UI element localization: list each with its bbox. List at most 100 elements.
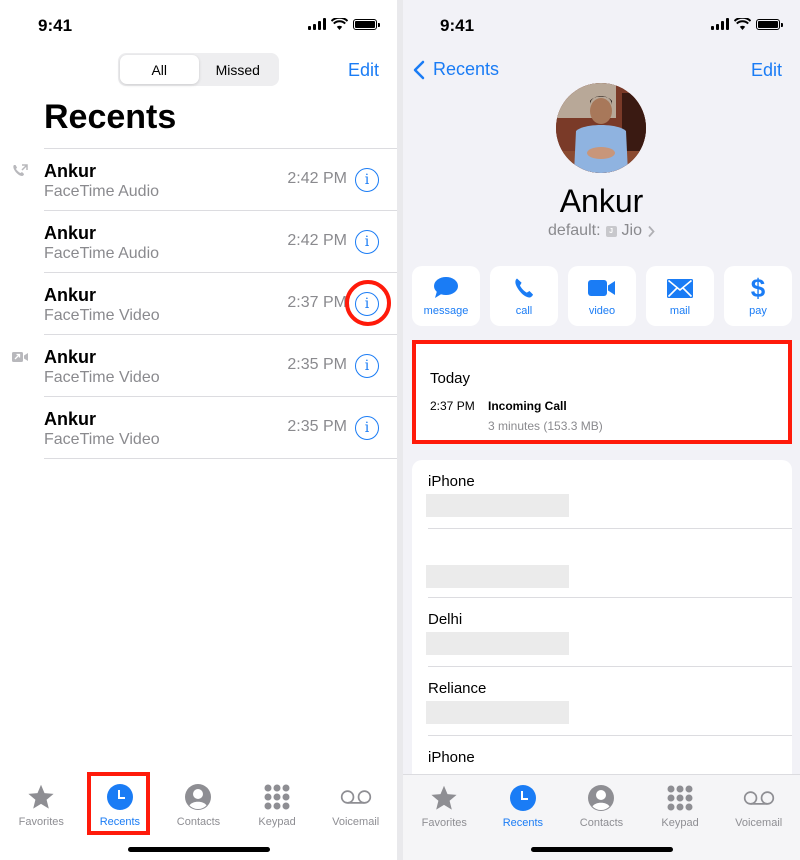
default-carrier-link[interactable]: default: J Jio (403, 222, 800, 240)
avatar-photo (556, 83, 646, 173)
redacted-value (426, 494, 569, 517)
history-time: 2:37 PM (430, 399, 475, 413)
mail-button[interactable]: mail (646, 266, 714, 326)
field-label: iPhone (428, 473, 475, 490)
tab-voicemail[interactable]: Voicemail (318, 782, 394, 828)
redacted-value (426, 701, 569, 724)
video-button[interactable]: video (568, 266, 636, 326)
page-title: Recents (44, 98, 177, 136)
action-label: call (515, 305, 533, 317)
caller-name: Ankur (44, 347, 97, 367)
tab-label: Favorites (18, 816, 64, 828)
wifi-icon (734, 18, 751, 30)
call-row[interactable]: Ankur FaceTime Audio 2:42 PM i (0, 211, 397, 273)
call-row[interactable]: Ankur FaceTime Video 2:35 PM i (0, 335, 397, 397)
field-label: iPhone (428, 749, 475, 766)
phone-field[interactable]: Reliance (412, 667, 792, 736)
phone-field[interactable]: Delhi (412, 598, 792, 667)
info-button[interactable]: i (355, 292, 379, 316)
edit-button[interactable]: Edit (751, 60, 782, 81)
chevron-right-icon (648, 225, 655, 237)
sim-badge-icon: J (605, 225, 617, 237)
call-history-card: Today 2:37 PM Incoming Call 3 minutes (1… (412, 340, 792, 444)
status-bar: 9:41 (0, 14, 397, 40)
call-button[interactable]: call (490, 266, 558, 326)
recents-list: Ankur FaceTime Audio 2:42 PM i Ankur Fac… (0, 148, 397, 459)
battery-icon (756, 18, 783, 30)
carrier-name: Jio (621, 222, 642, 239)
voicemail-icon (743, 791, 774, 805)
caller-name: Ankur (44, 409, 97, 429)
message-button[interactable]: message (412, 266, 480, 326)
info-button[interactable]: i (355, 230, 379, 254)
outgoing-call-icon (13, 164, 28, 176)
tab-bar: Favorites Recents Contacts Keypad Voicem… (0, 768, 397, 860)
phone-field[interactable]: iPhone (412, 460, 792, 529)
clock-icon (509, 785, 536, 811)
call-time: 2:35 PM (287, 356, 347, 373)
action-label: message (423, 305, 469, 317)
call-time: 2:35 PM (287, 418, 347, 435)
tab-label: Recents (99, 816, 141, 828)
phone-icon (515, 278, 533, 298)
tab-recents[interactable]: Recents (485, 783, 561, 829)
call-time: 2:42 PM (287, 232, 347, 249)
status-time: 9:41 (440, 16, 475, 35)
pay-button[interactable]: $ pay (724, 266, 792, 326)
battery-icon (353, 18, 380, 30)
home-indicator (127, 847, 270, 852)
tab-recents[interactable]: Recents (82, 782, 158, 828)
info-button[interactable]: i (355, 416, 379, 440)
call-row[interactable]: Ankur FaceTime Video 2:37 PM i (0, 273, 397, 335)
tab-label: Favorites (421, 817, 467, 829)
call-time: 2:37 PM (287, 294, 347, 311)
phone-field[interactable] (412, 529, 792, 598)
history-heading: Today (430, 370, 471, 387)
call-type: FaceTime Video (44, 307, 160, 324)
segment-missed[interactable]: Missed (199, 55, 278, 84)
call-type: FaceTime Audio (44, 183, 160, 200)
tab-favorites[interactable]: Favorites (406, 783, 482, 829)
star-icon (28, 784, 54, 809)
redacted-value (426, 565, 569, 588)
redacted-value (426, 632, 569, 655)
tab-label: Keypad (661, 817, 699, 829)
cellular-signal-icon (308, 18, 326, 30)
tab-keypad[interactable]: Keypad (642, 783, 718, 829)
recents-screen: 9:41 All Missed Edit Recents Ankur FaceT… (0, 0, 397, 860)
mail-icon (667, 278, 693, 298)
call-type: FaceTime Audio (44, 245, 160, 262)
person-circle-icon (588, 785, 615, 811)
segment-all[interactable]: All (120, 55, 199, 84)
edit-button[interactable]: Edit (348, 60, 379, 81)
status-time: 9:41 (38, 16, 73, 35)
video-icon (588, 280, 615, 296)
tab-contacts[interactable]: Contacts (563, 783, 639, 829)
tab-voicemail[interactable]: Voicemail (721, 783, 797, 829)
caller-name: Ankur (44, 285, 97, 305)
person-circle-icon (185, 784, 212, 810)
message-icon (434, 277, 458, 298)
call-type: FaceTime Video (44, 369, 160, 386)
contact-avatar (556, 83, 646, 173)
caller-name: Ankur (44, 223, 97, 243)
tab-keypad[interactable]: Keypad (239, 782, 315, 828)
tab-contacts[interactable]: Contacts (160, 782, 236, 828)
keypad-icon (667, 785, 693, 811)
contact-details-screen: 9:41 Recents Edit Ankur default: J Jio m… (403, 0, 800, 860)
segmented-control: All Missed (118, 53, 279, 86)
call-row[interactable]: Ankur FaceTime Video 2:35 PM i (0, 397, 397, 459)
tab-favorites[interactable]: Favorites (3, 782, 79, 828)
voicemail-icon (340, 790, 371, 804)
screenshot-root: 9:41 All Missed Edit Recents Ankur FaceT… (0, 0, 800, 860)
status-bar: 9:41 (403, 14, 800, 40)
clock-icon (106, 784, 133, 810)
tab-label: Recents (502, 817, 544, 829)
info-button[interactable]: i (355, 168, 379, 192)
call-type: FaceTime Video (44, 431, 160, 448)
info-button[interactable]: i (355, 354, 379, 378)
back-button[interactable]: Recents (413, 59, 499, 80)
tab-label: Voicemail (735, 817, 783, 829)
cellular-signal-icon (711, 18, 729, 30)
call-row[interactable]: Ankur FaceTime Audio 2:42 PM i (0, 149, 397, 211)
